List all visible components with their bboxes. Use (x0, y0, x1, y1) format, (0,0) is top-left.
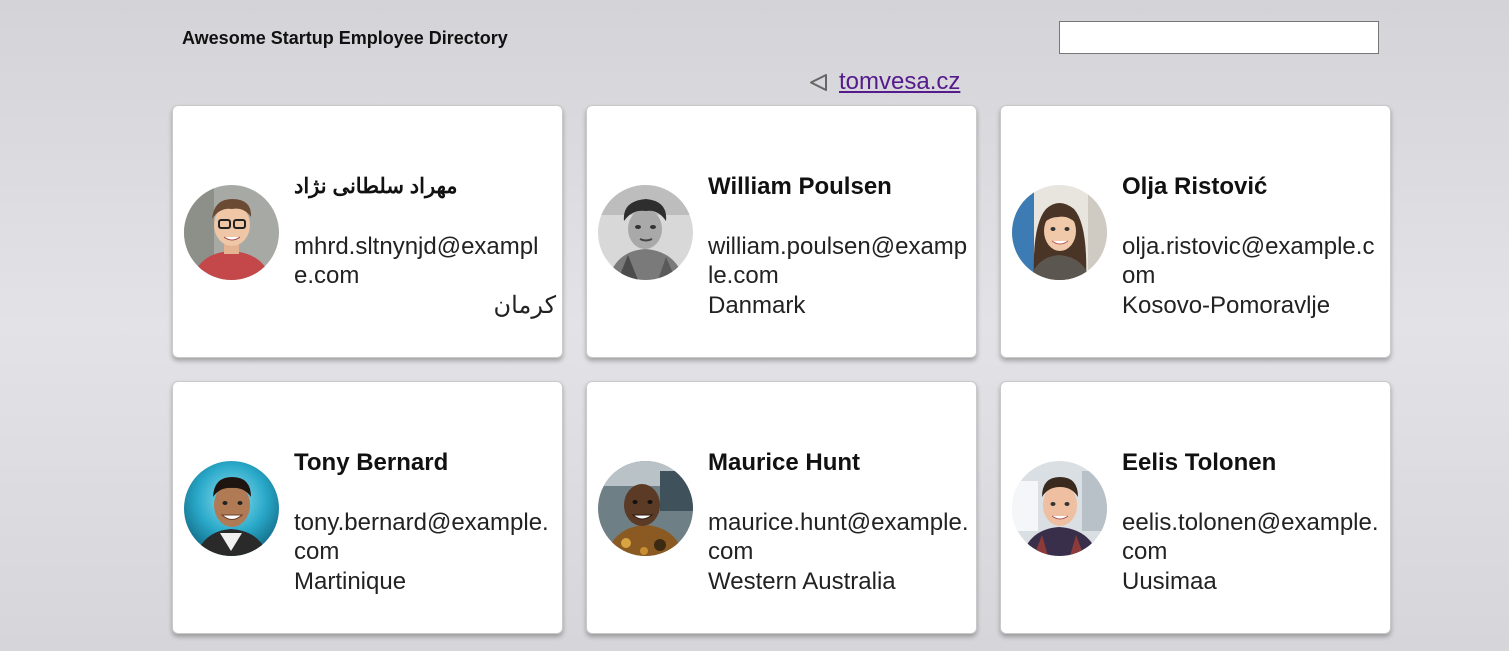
employee-location: Western Australia (708, 568, 896, 595)
employee-location: Kosovo-Pomoravlje (1122, 292, 1331, 319)
employee-name: William Poulsen (708, 173, 892, 200)
employee-name: مهراد سلطانی نژاد (294, 175, 458, 198)
avatar (598, 185, 693, 280)
employee-card[interactable]: Tony Bernard tony.bernard@example.com Ma… (172, 381, 563, 634)
employee-info: William Poulsen william.poulsen@example.… (708, 172, 970, 322)
employee-email: olja.ristovic@example.com (1122, 233, 1375, 289)
employee-name: Eelis Tolonen (1122, 449, 1277, 476)
employee-info: Olja Ristović olja.ristovic@example.com … (1122, 172, 1384, 322)
employee-location: Martinique (294, 568, 407, 595)
employee-location: کرمان (493, 292, 556, 319)
employee-location: Uusimaa (1122, 568, 1217, 595)
employee-info: Tony Bernard tony.bernard@example.com Ma… (294, 448, 556, 598)
employee-card[interactable]: مهراد سلطانی نژاد mhrd.sltnynjd@example.… (172, 105, 563, 358)
avatar (1012, 461, 1107, 556)
employee-card[interactable]: Eelis Tolonen eelis.tolonen@example.com … (1000, 381, 1391, 634)
employee-card[interactable]: William Poulsen william.poulsen@example.… (586, 105, 977, 358)
credit-row: tomvesa.cz (808, 68, 960, 96)
employee-email: mhrd.sltnynjd@example.com (294, 233, 539, 289)
employee-card[interactable]: Maurice Hunt maurice.hunt@example.com We… (586, 381, 977, 634)
credit-link[interactable]: tomvesa.cz (839, 68, 960, 96)
avatar (598, 461, 693, 556)
avatar (184, 185, 279, 280)
avatar (184, 461, 279, 556)
employee-name: Olja Ristović (1122, 173, 1268, 200)
employee-email: tony.bernard@example.com (294, 509, 549, 565)
employee-name: Tony Bernard (294, 449, 449, 476)
employee-name: Maurice Hunt (708, 449, 861, 476)
employee-email: eelis.tolonen@example.com (1122, 509, 1379, 565)
employee-info: Eelis Tolonen eelis.tolonen@example.com … (1122, 448, 1384, 598)
search-input[interactable] (1059, 21, 1379, 54)
employee-info: Maurice Hunt maurice.hunt@example.com We… (708, 448, 970, 598)
play-back-icon (808, 72, 829, 93)
employee-card[interactable]: Olja Ristović olja.ristovic@example.com … (1000, 105, 1391, 358)
employee-email: maurice.hunt@example.com (708, 509, 969, 565)
employee-email: william.poulsen@example.com (708, 233, 968, 289)
page-title: Awesome Startup Employee Directory (182, 28, 508, 48)
avatar (1012, 185, 1107, 280)
employee-info: مهراد سلطانی نژاد mhrd.sltnynjd@example.… (294, 172, 556, 322)
employee-location: Danmark (708, 292, 806, 319)
